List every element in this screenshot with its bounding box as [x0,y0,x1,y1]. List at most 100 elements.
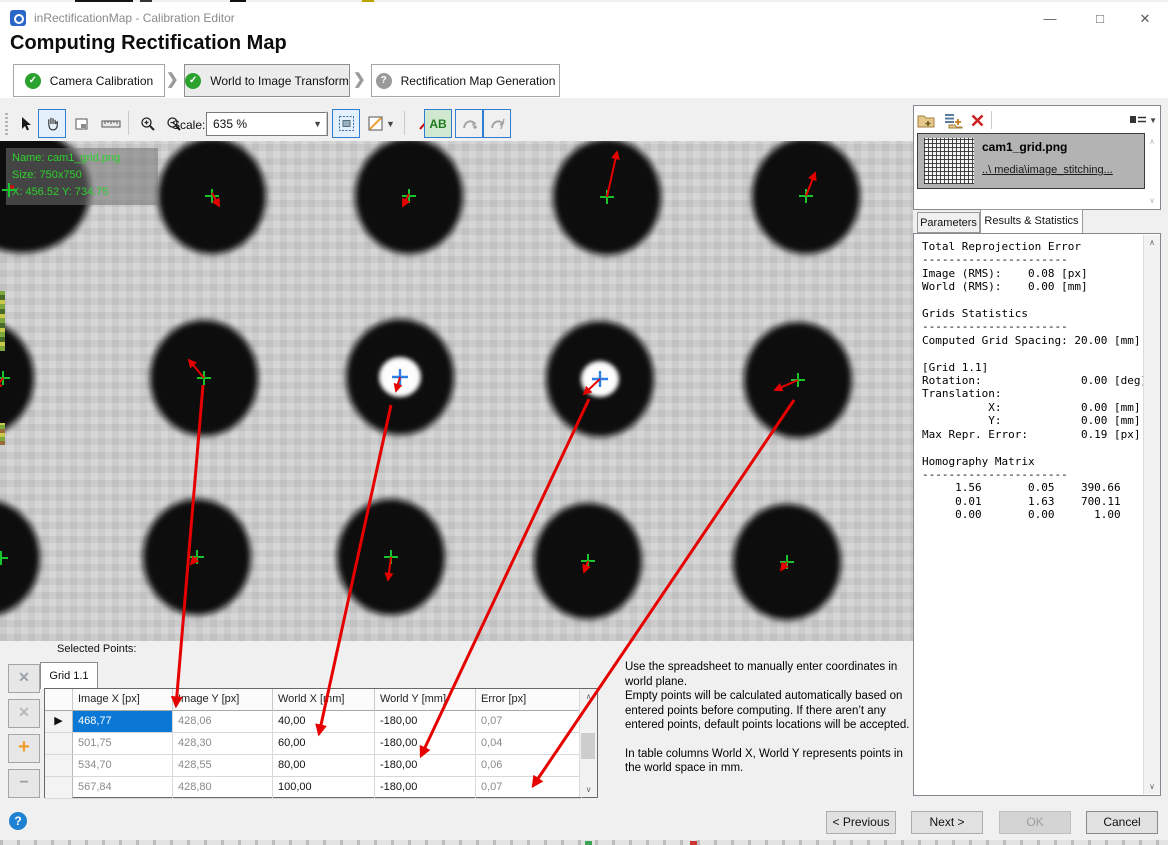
table-cell[interactable]: 428,06 [173,711,273,733]
scroll-up-icon[interactable]: ∧ [580,689,597,704]
wizard-step-rectification-map[interactable]: ? Rectification Map Generation [371,64,560,97]
undo-point-move-button[interactable] [455,109,483,138]
desktop-sliver-artifact [690,841,697,845]
scroll-up-icon[interactable]: ∧ [1144,235,1160,250]
close-button[interactable]: ✕ [1130,9,1160,29]
scroll-down-icon[interactable]: ∨ [1144,779,1160,794]
next-button[interactable]: Next > [911,811,983,834]
pan-tool-button[interactable] [38,109,66,138]
zoom-in-button[interactable] [134,109,162,138]
table-cell[interactable]: 60,00 [273,733,375,755]
page-title: Computing Rectification Map [10,32,287,55]
table-cell[interactable]: 80,00 [273,755,375,777]
measure-tool-button[interactable] [96,109,126,138]
viewer-toolbar: Scale: 635 % ▼ ▼ 25 ▼ AB [0,103,913,142]
window-title: inRectificationMap - Calibration Editor [34,11,235,25]
minus-icon: − [19,774,28,791]
table-cell[interactable]: 100,00 [273,777,375,799]
row-selector-cell[interactable]: ▶ [45,711,73,733]
table-cell[interactable]: 428,30 [173,733,273,755]
table-cell[interactable]: 0,04 [476,733,582,755]
ruler-icon [101,117,121,131]
scale-label: Scale: [172,118,205,132]
table-cell[interactable]: 567,84 [73,777,173,799]
labels-toggle-button[interactable]: AB [424,109,452,138]
toolbar-grip[interactable] [5,111,8,135]
toolbar-separator [326,111,327,135]
preview-window-button[interactable] [68,109,96,138]
points-table[interactable]: Image X [px]Image Y [px]World X [mm]Worl… [44,688,598,798]
table-cell[interactable]: 0,07 [476,777,582,799]
chevron-down-icon: ▼ [386,119,395,129]
wizard-step-world-to-image[interactable]: ✓ World to Image Transform [184,64,350,97]
statistics-text: Total Reprojection Error ---------------… [922,240,1137,522]
maximize-button[interactable]: □ [1085,9,1115,29]
tab-results-statistics[interactable]: Results & Statistics [980,209,1083,233]
add-image-icon[interactable] [917,112,937,129]
table-cell[interactable]: 534,70 [73,755,173,777]
table-row[interactable]: 534,70428,5580,00-180,000,06 [45,755,597,777]
preview-window-icon [74,116,90,132]
wizard-step-label: Rectification Map Generation [401,74,556,88]
edit-point-path-button[interactable] [483,109,511,138]
ok-button: OK [999,811,1071,834]
add-point-button[interactable]: + [8,734,40,763]
grid-tab[interactable]: Grid 1.1 [40,662,98,689]
image-file-path-link[interactable]: ..\ media\image_stitching... [982,164,1113,176]
row-selector-cell[interactable] [45,733,73,755]
minimize-button[interactable]: — [1035,9,1065,29]
table-cell[interactable]: 0,07 [476,711,582,733]
delete-all-icon: ✕ [18,704,30,720]
table-cell[interactable]: -180,00 [375,733,476,755]
scale-value: 635 % [213,117,247,131]
table-cell[interactable]: -180,00 [375,777,476,799]
image-viewer-canvas[interactable]: Name: cam1_grid.png Size: 750x750 X: 456… [0,141,913,641]
table-cell[interactable]: 40,00 [273,711,375,733]
wizard-step-camera-calibration[interactable]: ✓ Camera Calibration [13,64,165,97]
scale-combobox[interactable]: 635 % ▼ [206,112,328,136]
table-cell[interactable]: 428,55 [173,755,273,777]
instructions-paragraph: Empty points will be calculated automati… [625,689,915,733]
overlay-toggle-button[interactable]: ▼ [362,109,400,138]
delete-point-button[interactable]: ✕ [8,664,40,693]
table-row[interactable]: ▶468,77428,0640,00-180,000,07 [45,711,597,733]
cancel-button[interactable]: Cancel [1086,811,1158,834]
image-list-item-selected[interactable]: cam1_grid.png ..\ media\image_stitching.… [917,133,1145,189]
scroll-up-icon[interactable]: ∧ [1146,134,1158,149]
scroll-thumb[interactable] [581,733,595,759]
table-cell[interactable]: -180,00 [375,711,476,733]
zoom-in-icon [140,116,156,132]
fit-view-button[interactable] [332,109,360,138]
statistics-scrollbar[interactable]: ∧ ∨ [1143,235,1160,794]
help-icon[interactable]: ? [9,812,27,830]
select-tool-button[interactable] [12,109,38,138]
table-cell[interactable]: -180,00 [375,755,476,777]
add-image-list-icon[interactable] [943,112,964,129]
remove-image-icon[interactable] [970,113,985,128]
table-scrollbar[interactable]: ∧∨ [579,689,597,797]
image-file-name: cam1_grid.png [982,140,1067,154]
image-info-overlay: Name: cam1_grid.png Size: 750x750 X: 456… [6,148,158,205]
image-list-scrollbar[interactable]: ∧ ∨ [1146,134,1158,208]
instructions-paragraph: Use the spreadsheet to manually enter co… [625,660,915,689]
image-edge-artifact [0,291,5,351]
previous-button[interactable]: < Previous [826,811,896,834]
curved-arrow-edit-icon [489,115,506,132]
table-row[interactable]: 501,75428,3060,00-180,000,04 [45,733,597,755]
remove-point-button[interactable]: − [8,769,40,798]
plus-icon: + [18,736,30,758]
hand-icon [44,115,61,132]
table-cell[interactable]: 0,06 [476,755,582,777]
table-cell[interactable]: 468,77 [73,711,173,733]
delete-all-points-button[interactable]: ✕ [8,699,40,728]
table-cell[interactable]: 501,75 [73,733,173,755]
table-row[interactable]: 567,84428,80100,00-180,000,07 [45,777,597,799]
chevron-down-icon: ▼ [313,113,322,135]
tab-parameters[interactable]: Parameters [917,212,980,233]
row-selector-cell[interactable] [45,777,73,799]
scroll-down-icon[interactable]: ∨ [1146,193,1158,208]
table-cell[interactable]: 428,80 [173,777,273,799]
scroll-down-icon[interactable]: ∨ [580,782,597,797]
view-mode-button[interactable]: ▼ [1130,115,1157,125]
row-selector-cell[interactable] [45,755,73,777]
